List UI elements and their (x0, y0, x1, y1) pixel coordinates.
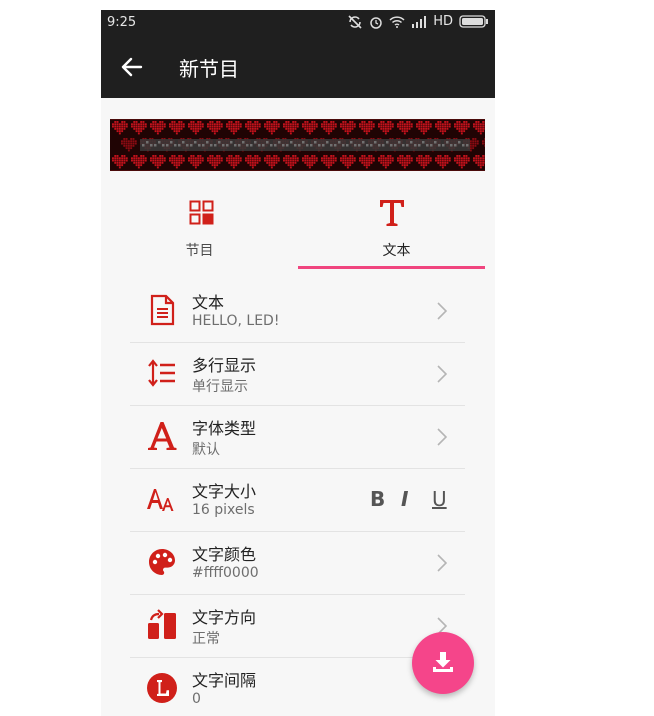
sync-off-icon (348, 14, 362, 29)
active-tab-indicator (298, 266, 485, 269)
tab-program[interactable]: 节目 (101, 186, 298, 270)
download-icon (433, 652, 453, 672)
bold-button[interactable]: B (370, 487, 385, 511)
setting-value: #ffff0000 (192, 565, 259, 581)
setting-title: 文字间隔 (192, 671, 257, 690)
tab-text-label: 文本 (382, 243, 411, 259)
setting-value: 单行显示 (192, 379, 248, 395)
page-title: 新节目 (179, 57, 239, 81)
tab-text[interactable]: 文本 (298, 186, 495, 270)
setting-title: 文字大小 (192, 482, 257, 501)
underline-button[interactable]: U (432, 487, 447, 511)
font-size-icon (147, 489, 174, 511)
tab-bar: 节目 文本 (101, 186, 495, 270)
line-spacing-icon (148, 359, 175, 387)
setting-value: 16 pixels (192, 502, 255, 518)
setting-row-font-type[interactable]: 字体类型 默认 (130, 406, 465, 469)
setting-value: 0 (192, 691, 201, 707)
signal-icon (412, 15, 427, 28)
download-fab-button[interactable] (412, 632, 474, 694)
setting-title: 文字方向 (192, 608, 257, 627)
chevron-right-icon (437, 554, 447, 572)
palette-icon (149, 549, 175, 575)
battery-icon (459, 15, 488, 28)
letter-spacing-icon (147, 673, 177, 703)
phone-screen: 9:25 HD 新节目 节目 文本 文本 HELLO, LED! 多行显示 单行… (101, 10, 495, 716)
rotate-icon (148, 609, 176, 639)
setting-title: 多行显示 (192, 356, 257, 375)
italic-button[interactable]: I (401, 487, 408, 511)
chevron-right-icon (437, 302, 447, 320)
alarm-icon (370, 16, 382, 29)
setting-value: 正常 (192, 631, 220, 647)
status-bar: 9:25 HD (101, 10, 495, 36)
text-t-icon (380, 200, 404, 226)
document-icon (150, 294, 175, 326)
chevron-right-icon (437, 365, 447, 383)
setting-row-text[interactable]: 文本 HELLO, LED! (130, 280, 465, 343)
font-a-icon (148, 422, 177, 450)
setting-title: 文字颜色 (192, 545, 257, 564)
setting-row-text-color[interactable]: 文字颜色 #ffff0000 (130, 532, 465, 595)
led-preview-image (112, 121, 495, 169)
tab-program-label: 节目 (185, 243, 214, 259)
setting-value: 默认 (192, 442, 220, 458)
led-preview-banner (110, 119, 495, 171)
setting-row-multiline[interactable]: 多行显示 单行显示 (130, 343, 465, 406)
app-bar: 新节目 (101, 36, 495, 98)
wifi-icon (389, 16, 405, 28)
grid-icon (189, 200, 214, 225)
setting-row-font-size[interactable]: 文字大小 16 pixels B I U (130, 469, 465, 532)
status-time: 9:25 (107, 15, 137, 30)
network-type: HD (433, 14, 453, 29)
chevron-right-icon (437, 428, 447, 446)
back-arrow-icon[interactable] (119, 54, 145, 80)
setting-title: 文本 (192, 293, 225, 312)
setting-value: HELLO, LED! (192, 313, 280, 329)
status-icons: HD (347, 14, 489, 29)
setting-title: 字体类型 (192, 419, 257, 438)
